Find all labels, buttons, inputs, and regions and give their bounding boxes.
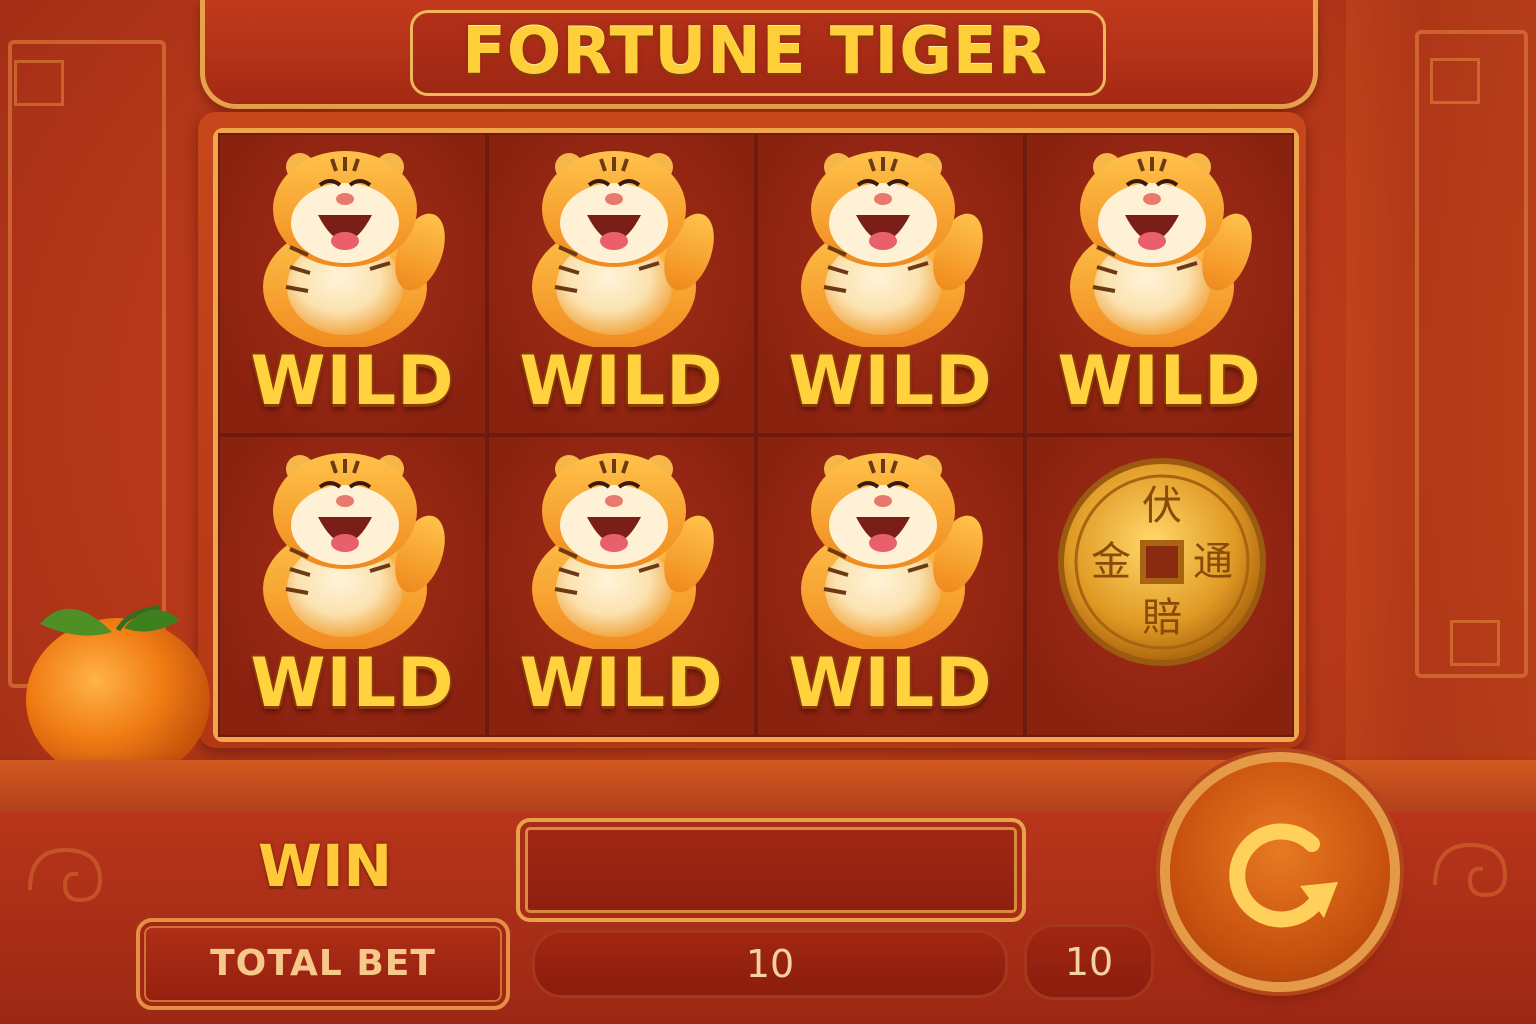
fret-ornament	[1430, 58, 1480, 104]
svg-text:賠: 賠	[1142, 595, 1182, 641]
gold-coin-icon: 伏 金 通 賠	[1058, 458, 1266, 666]
total-bet-value: 10	[745, 942, 795, 986]
refresh-icon	[1229, 823, 1338, 928]
win-value	[520, 822, 1022, 918]
tiger-icon	[532, 151, 714, 347]
tiger-icon	[801, 453, 983, 649]
tiger-icon	[801, 151, 983, 347]
reel-cell: WILD	[1025, 133, 1294, 435]
wild-label: WILD	[250, 644, 455, 723]
fret-ornament	[1450, 620, 1500, 666]
wild-label: WILD	[788, 342, 993, 421]
svg-text:金: 金	[1091, 539, 1131, 585]
reel-cell: WILD	[487, 435, 756, 737]
svg-text:伏: 伏	[1142, 483, 1182, 529]
fret-ornament	[14, 60, 64, 106]
reel-cell: WILD	[218, 435, 487, 737]
game-title: FORTUNE TIGER	[462, 15, 1048, 89]
wild-label: WILD	[250, 342, 455, 421]
cloud-swirl-ornament	[28, 847, 103, 903]
tiger-icon	[532, 453, 714, 649]
total-bet-display: 10	[532, 930, 1008, 998]
win-display	[516, 818, 1026, 922]
right-lattice-panel	[1415, 30, 1528, 678]
svg-text:通: 通	[1193, 539, 1233, 585]
bet-amount-value: 10	[1064, 940, 1114, 984]
reel-grid: WILD WILD WILD WILD WILD WILD WILD 伏 金 通…	[213, 128, 1299, 742]
reel-cell: WILD	[756, 133, 1025, 435]
reel-cell: 伏 金 通 賠	[1025, 435, 1294, 737]
wild-label: WILD	[519, 342, 724, 421]
total-bet-label: TOTAL BET	[210, 943, 436, 984]
tiger-icon	[263, 151, 445, 347]
wild-label: WILD	[519, 644, 724, 723]
spin-button[interactable]	[1170, 762, 1390, 982]
reel-cell: WILD	[218, 133, 487, 435]
reel-cell: WILD	[756, 435, 1025, 737]
wild-label: WILD	[1057, 342, 1262, 421]
tiger-icon	[1070, 151, 1252, 347]
total-bet-label-box: TOTAL BET	[136, 918, 510, 1010]
bet-amount-button[interactable]: 10	[1024, 924, 1154, 1000]
cloud-swirl-ornament	[1433, 842, 1508, 898]
tiger-icon	[263, 453, 445, 649]
wild-label: WILD	[788, 644, 993, 723]
reel-cell: WILD	[487, 133, 756, 435]
win-label: WIN	[258, 832, 393, 900]
